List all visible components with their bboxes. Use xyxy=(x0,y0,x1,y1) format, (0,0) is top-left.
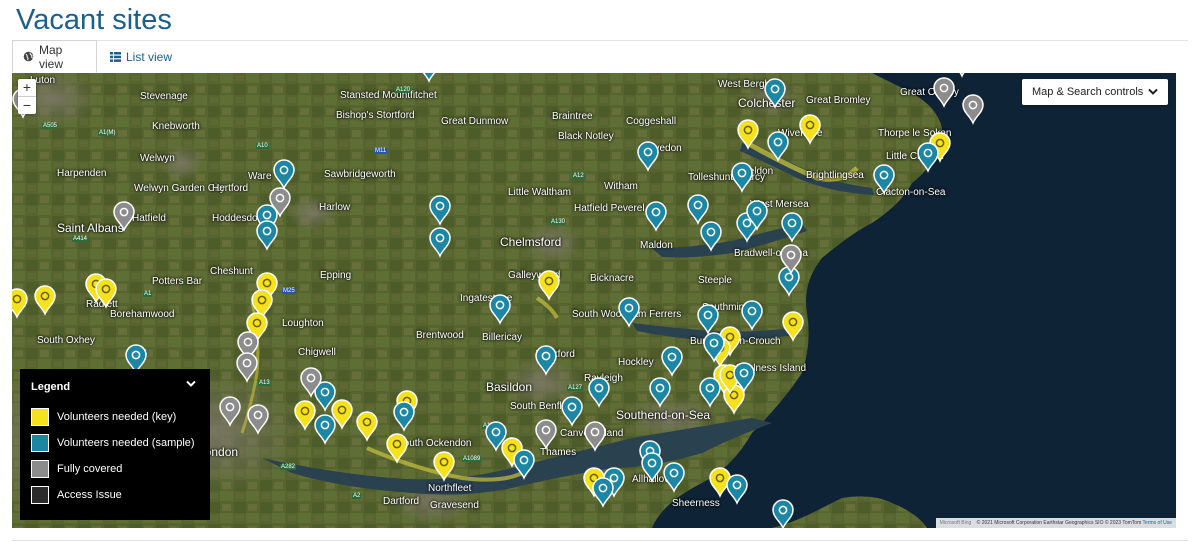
site-marker-sample[interactable] xyxy=(772,499,794,528)
site-marker-sample[interactable] xyxy=(663,462,685,493)
site-marker-covered[interactable] xyxy=(933,77,955,108)
legend-swatch xyxy=(31,460,49,478)
zoom-in-button[interactable]: + xyxy=(18,79,36,96)
site-marker-covered[interactable] xyxy=(962,94,984,125)
legend-item-label: Fully covered xyxy=(57,463,123,475)
site-marker-sample[interactable] xyxy=(561,396,583,427)
site-marker-sample[interactable] xyxy=(767,131,789,162)
site-marker-key[interactable] xyxy=(294,400,316,431)
site-marker-sample[interactable] xyxy=(592,477,614,508)
tab-map-view[interactable]: Map view xyxy=(12,40,97,73)
footer-divider xyxy=(12,540,1188,541)
legend-item-covered: Fully covered xyxy=(31,459,122,479)
site-marker-sample[interactable] xyxy=(873,164,895,195)
legend-item-sample: Volunteers needed (sample) xyxy=(31,433,195,453)
legend-item-label: Volunteers needed (key) xyxy=(57,411,177,423)
site-marker-covered[interactable] xyxy=(584,421,606,452)
legend-item-access: Access Issue xyxy=(31,485,122,505)
site-marker-key[interactable] xyxy=(538,270,560,301)
satellite-map[interactable]: Luton Stevenage Knebworth Harpenden Welw… xyxy=(12,73,1176,528)
site-marker-sample[interactable] xyxy=(661,346,683,377)
map-search-controls-button[interactable]: Map & Search controls xyxy=(1022,79,1168,105)
site-marker-sample[interactable] xyxy=(700,221,722,252)
site-marker-key[interactable] xyxy=(386,433,408,464)
map-search-controls-label: Map & Search controls xyxy=(1032,86,1144,98)
site-marker-covered[interactable] xyxy=(113,201,135,232)
terms-of-use-link[interactable]: Terms of Use xyxy=(1143,520,1172,526)
globe-icon xyxy=(23,51,34,62)
site-marker-sample[interactable] xyxy=(731,162,753,193)
site-marker-sample[interactable] xyxy=(489,294,511,325)
site-marker-key[interactable] xyxy=(433,451,455,482)
site-marker-covered[interactable] xyxy=(236,352,258,383)
tab-list-view-label: List view xyxy=(126,49,173,64)
site-marker-sample[interactable] xyxy=(393,401,415,432)
site-marker-key[interactable] xyxy=(95,278,117,309)
site-marker-sample[interactable] xyxy=(699,377,721,408)
tab-list-view[interactable]: List view xyxy=(100,40,182,73)
zoom-control: + − xyxy=(18,79,36,114)
site-marker-sample[interactable] xyxy=(637,141,659,172)
site-marker-sample[interactable] xyxy=(588,377,610,408)
site-marker-covered[interactable] xyxy=(535,419,557,450)
site-marker-key[interactable] xyxy=(356,411,378,442)
site-marker-key[interactable] xyxy=(12,288,28,319)
site-marker-sample[interactable] xyxy=(697,304,719,335)
legend-swatch xyxy=(31,408,49,426)
site-marker-sample[interactable] xyxy=(419,73,439,83)
site-marker-sample[interactable] xyxy=(917,142,939,173)
site-marker-key[interactable] xyxy=(799,114,821,145)
legend-swatch xyxy=(31,434,49,452)
view-tabs: Map view List view xyxy=(12,40,1188,73)
legend-item-key: Volunteers needed (key) xyxy=(31,407,176,427)
site-marker-sample[interactable] xyxy=(641,452,663,483)
site-marker-covered[interactable] xyxy=(952,73,972,78)
site-marker-sample[interactable] xyxy=(687,194,709,225)
chevron-down-icon xyxy=(1148,87,1158,99)
site-marker-sample[interactable] xyxy=(273,159,295,190)
attribution-text: © 2021 Microsoft Corporation Earthstar G… xyxy=(976,520,1142,526)
site-marker-sample[interactable] xyxy=(513,449,535,480)
legend-swatch xyxy=(31,486,49,504)
site-marker-sample[interactable] xyxy=(741,300,763,331)
site-marker-sample[interactable] xyxy=(645,201,667,232)
zoom-out-button[interactable]: − xyxy=(18,96,36,114)
map-attribution: Microsoft Bing © 2021 Microsoft Corporat… xyxy=(935,518,1176,528)
map-legend: Legend Volunteers needed (key) Volunteer… xyxy=(20,369,210,520)
site-marker-covered[interactable] xyxy=(219,396,241,427)
page-title: Vacant sites xyxy=(16,4,172,36)
site-marker-sample[interactable] xyxy=(314,414,336,445)
site-marker-sample[interactable] xyxy=(429,227,451,258)
site-marker-sample[interactable] xyxy=(726,474,748,505)
site-marker-key[interactable] xyxy=(34,285,56,316)
legend-item-label: Volunteers needed (sample) xyxy=(57,437,195,449)
tab-map-view-label: Map view xyxy=(39,42,64,71)
bing-logo: Microsoft Bing xyxy=(939,520,972,526)
list-icon xyxy=(110,51,121,62)
site-marker-sample[interactable] xyxy=(764,78,786,109)
site-marker-sample[interactable] xyxy=(618,297,640,328)
site-marker-sample[interactable] xyxy=(256,220,278,251)
site-marker-sample[interactable] xyxy=(429,195,451,226)
site-marker-sample[interactable] xyxy=(649,377,671,408)
site-marker-covered[interactable] xyxy=(247,404,269,435)
site-marker-key[interactable] xyxy=(737,119,759,150)
site-marker-sample[interactable] xyxy=(781,212,803,243)
legend-title: Legend xyxy=(31,381,71,393)
legend-item-label: Access Issue xyxy=(57,489,122,501)
site-marker-sample[interactable] xyxy=(778,266,800,297)
site-marker-key[interactable] xyxy=(782,311,804,342)
chevron-down-icon[interactable] xyxy=(186,379,196,391)
site-marker-sample[interactable] xyxy=(535,345,557,376)
